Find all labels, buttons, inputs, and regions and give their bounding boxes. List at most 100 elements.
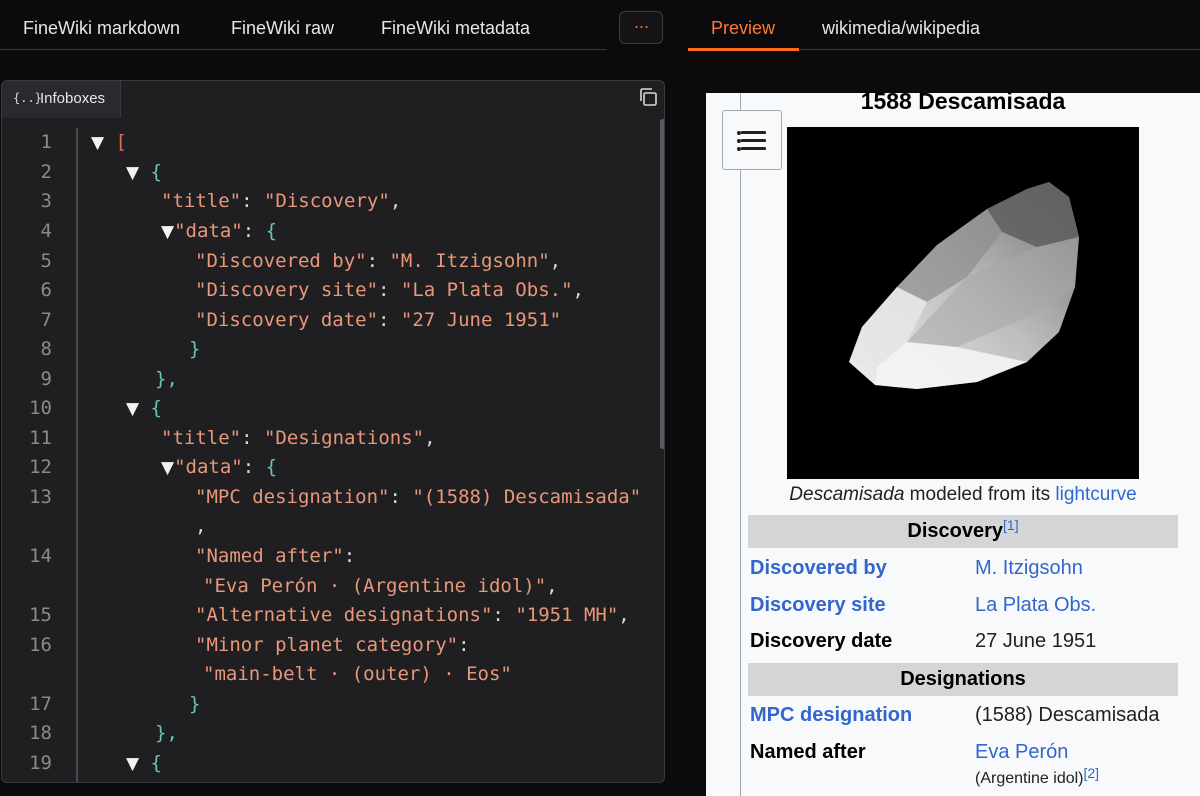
code-token: "Designations" [263, 427, 425, 449]
code-token: "La Plata Obs." [400, 279, 573, 301]
code-token: } [189, 338, 201, 360]
code-token: , [549, 250, 562, 272]
named-after-note: (Argentine idol)[2] [975, 765, 1099, 788]
line-number: 2 [40, 161, 52, 183]
collapse-triangle-icon[interactable]: ▼ [126, 163, 139, 183]
line-number: 9 [40, 368, 52, 390]
toc-line [741, 131, 766, 134]
code-line-wrap: "main-belt · (outer) · Eos" [203, 660, 512, 688]
discovery-site-link[interactable]: Discovery site [750, 594, 886, 617]
line-number: 3 [40, 190, 52, 212]
collapse-triangle-icon[interactable]: ▼ [91, 133, 104, 153]
tab-finewiki-raw[interactable]: FineWiki raw [231, 18, 334, 39]
designations-section-header: Designations [748, 663, 1178, 696]
code-token: "MPC designation" [195, 486, 390, 508]
code-token: "data" [174, 220, 243, 242]
tabs-divider-left [0, 49, 607, 50]
code-token: "title" [161, 190, 242, 212]
line-number: 6 [40, 279, 52, 301]
code-token: { [150, 161, 162, 183]
code-token: , [546, 575, 558, 597]
code-token: { [265, 220, 278, 242]
scrollbar[interactable] [660, 119, 664, 449]
line-number: 10 [29, 397, 52, 419]
collapse-triangle-icon[interactable]: ▼ [126, 754, 139, 774]
code-token: "27 June 1951" [400, 309, 562, 331]
code-token: "(1588) Descamisada" [412, 486, 642, 508]
line-number: 7 [40, 309, 52, 331]
la-plata-link[interactable]: La Plata Obs. [975, 594, 1096, 617]
code-line: "MPC designation": "(1588) Descamisada" [195, 483, 641, 511]
code-token: } [189, 693, 201, 715]
code-token: : [366, 250, 390, 272]
named-after-label: Named after [750, 741, 866, 763]
code-line: "Named after": [195, 542, 355, 570]
caption-italic: Descamisada [789, 484, 905, 505]
code-line: "Discovery site": "La Plata Obs.", [195, 276, 584, 304]
active-tab-indicator [688, 48, 799, 51]
line-number: 14 [29, 545, 52, 567]
code-line-wrap: , [195, 512, 206, 540]
code-token: : [242, 456, 266, 478]
code-line: }, [155, 719, 178, 747]
code-line: "Discovered by": "M. Itzigsohn", [195, 247, 561, 275]
code-token: "Discovery date" [195, 309, 379, 331]
tab-wikimedia-wikipedia[interactable]: wikimedia/wikipedia [822, 18, 980, 39]
code-line: "Minor planet category": [195, 631, 470, 659]
named-after-ref-link[interactable]: [2] [1084, 765, 1100, 781]
collapse-triangle-icon[interactable]: ▼ [161, 222, 174, 242]
discovered-by-link[interactable]: Discovered by [750, 557, 887, 580]
toc-line [741, 139, 766, 142]
line-number: 18 [29, 722, 52, 744]
eva-peron-link[interactable]: Eva Perón [975, 741, 1068, 764]
code-line: "Discovery date": "27 June 1951" [195, 306, 561, 334]
braces-icon: {..} [13, 91, 42, 105]
line-number: 19 [29, 752, 52, 774]
code-token: , [424, 427, 436, 449]
code-line: }, [155, 365, 178, 393]
tab-preview[interactable]: Preview [711, 18, 775, 39]
line-number: 15 [29, 604, 52, 626]
image-caption: Descamisada modeled from its lightcurve [748, 484, 1178, 506]
discovery-section-header: Discovery[1] [748, 515, 1178, 548]
line-number: 4 [40, 220, 52, 242]
code-token: : [241, 190, 264, 212]
copy-icon[interactable] [638, 87, 658, 107]
code-panel: {..} Infoboxes 1 2 3 4 5 6 7 8 9 10 11 1… [1, 80, 665, 783]
code-token: : [242, 220, 266, 242]
infobox-title: 1588 Descamisada [860, 88, 1066, 114]
code-line: ▼ { [126, 749, 162, 777]
code-token: , [572, 279, 584, 301]
tab-finewiki-markdown[interactable]: FineWiki markdown [23, 18, 180, 39]
discovery-header-label: Discovery [907, 520, 1004, 542]
code-token: "Discovery site" [195, 279, 379, 301]
code-line: ▼"data": { [161, 217, 277, 245]
code-token: "Eva Perón · (Argentine idol)" [203, 575, 547, 597]
asteroid-image[interactable] [787, 127, 1139, 479]
line-number: 1 [40, 131, 52, 153]
tab-infoboxes[interactable]: {..} Infoboxes [2, 81, 121, 118]
code-token: "Alternative designations" [195, 604, 493, 626]
named-after-sub: (Argentine idol) [975, 770, 1084, 787]
line-number: 17 [29, 693, 52, 715]
more-options-button[interactable]: ··· [619, 11, 663, 44]
code-line: "Alternative designations": "1951 MH", [195, 601, 630, 629]
lightcurve-link[interactable]: lightcurve [1055, 484, 1136, 505]
code-token: "data" [174, 456, 243, 478]
code-token: : [492, 604, 516, 626]
discovery-date-label: Discovery date [750, 630, 893, 652]
designations-header-label: Designations [900, 668, 1026, 690]
collapse-triangle-icon[interactable]: ▼ [126, 399, 139, 419]
table-of-contents-button[interactable] [722, 110, 782, 170]
mpc-designation-link[interactable]: MPC designation [750, 704, 912, 727]
code-token: "1951 MH" [515, 604, 619, 626]
code-token: }, [155, 368, 178, 390]
collapse-triangle-icon[interactable]: ▼ [161, 458, 174, 478]
code-token: "Discovery" [263, 190, 390, 212]
code-token: { [150, 397, 162, 419]
tab-finewiki-metadata[interactable]: FineWiki metadata [381, 18, 530, 39]
code-token: "Discovered by" [195, 250, 367, 272]
discovery-ref-link[interactable]: [1] [1003, 517, 1019, 533]
code-token: "title" [161, 427, 242, 449]
discoverer-link[interactable]: M. Itzigsohn [975, 557, 1083, 580]
